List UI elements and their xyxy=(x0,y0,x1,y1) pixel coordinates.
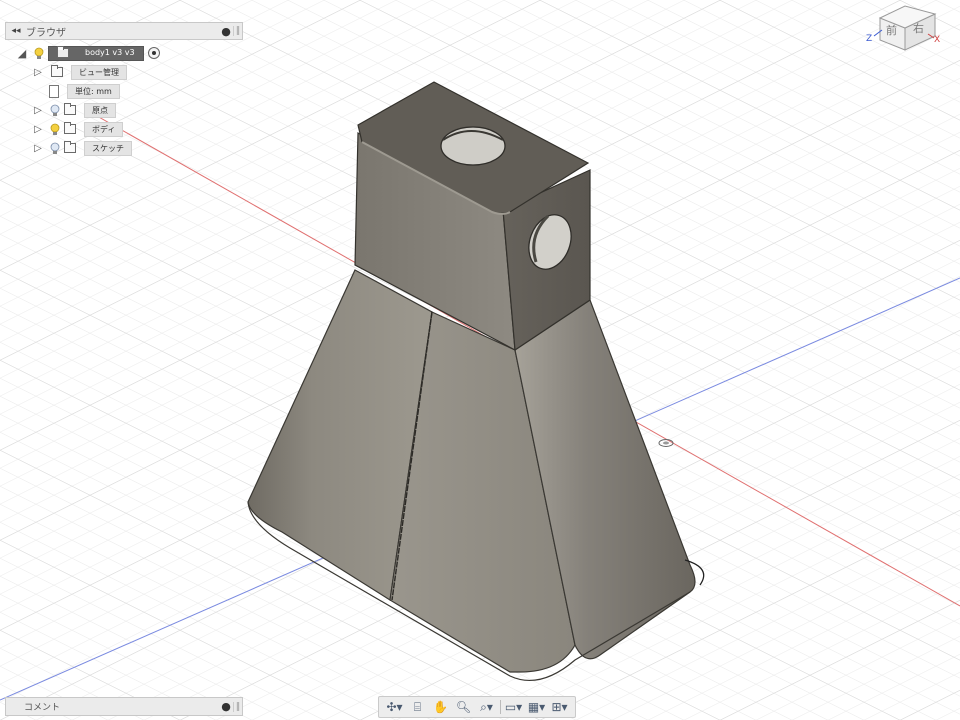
collapsed-triangle-icon[interactable]: ▷ xyxy=(33,67,43,78)
tree-item-label: ボディ xyxy=(84,121,124,137)
tree-root-row[interactable]: ◢ body1 v3 v3 xyxy=(17,45,160,61)
zoom-icon[interactable]: 🔍︎ xyxy=(454,698,474,716)
axis-x-label: X xyxy=(934,35,940,45)
tree-item-bodies[interactable]: ▷ ボディ xyxy=(33,121,124,137)
folder-icon xyxy=(64,141,76,153)
visibility-bulb-icon[interactable] xyxy=(49,122,61,136)
folder-icon xyxy=(51,65,63,77)
tree-item-origin[interactable]: ▷ 原点 xyxy=(33,102,116,118)
tree-item-units[interactable]: 単位: mm xyxy=(33,83,120,99)
viewcube-front-label: 前 xyxy=(886,23,897,37)
pin-icon[interactable]: ● xyxy=(219,25,233,38)
collapsed-triangle-icon[interactable]: ▷ xyxy=(33,124,43,135)
comments-panel[interactable]: コメント ● ‖ xyxy=(5,697,243,716)
visibility-bulb-off-icon[interactable] xyxy=(49,141,61,155)
pan-icon[interactable]: ✋ xyxy=(431,698,451,716)
modeling-viewport[interactable]: 前 右 Z X xyxy=(0,0,960,720)
viewcube-right-label: 右 xyxy=(913,21,924,35)
navigation-toolbar: ✣▾ ⌸ ✋ 🔍︎ ⌕▾ ▭▾ ▦▾ ⊞▾ xyxy=(378,696,576,718)
add-comment-icon[interactable]: ● xyxy=(219,700,233,713)
top-hole xyxy=(440,126,506,166)
orbit-icon[interactable]: ✣▾ xyxy=(385,698,405,716)
collapsed-triangle-icon[interactable]: ▷ xyxy=(33,105,43,116)
document-settings-icon xyxy=(49,84,59,98)
root-component-label: body1 v3 v3 xyxy=(85,48,135,57)
axis-z-label: Z xyxy=(866,34,872,44)
fit-icon[interactable]: ⌕▾ xyxy=(477,698,497,716)
collapse-panel-icon[interactable]: ◂◂ xyxy=(6,26,26,36)
expanded-triangle-icon[interactable]: ◢ xyxy=(17,47,27,60)
look-at-icon[interactable]: ⌸ xyxy=(408,698,428,716)
browser-panel-header[interactable]: ◂◂ ブラウザ ● ‖ xyxy=(5,22,243,40)
collapsed-triangle-icon[interactable]: ▷ xyxy=(33,143,43,154)
tree-item-sketches[interactable]: ▷ スケッチ xyxy=(33,140,132,156)
visibility-bulb-off-icon[interactable] xyxy=(49,103,61,117)
folder-icon xyxy=(64,122,76,134)
display-settings-icon[interactable]: ▭▾ xyxy=(504,698,524,716)
comments-title: コメント xyxy=(24,703,61,713)
tree-item-label: 原点 xyxy=(84,102,116,118)
toolbar-separator xyxy=(499,700,501,714)
tree-item-label: スケッチ xyxy=(84,140,132,156)
folder-icon xyxy=(64,103,76,115)
grid-settings-icon[interactable]: ▦▾ xyxy=(527,698,547,716)
tree-item-view-management[interactable]: ▷ ビュー管理 xyxy=(33,64,127,80)
tree-item-label: ビュー管理 xyxy=(71,64,127,80)
component-icon xyxy=(57,46,69,58)
viewports-icon[interactable]: ⊞▾ xyxy=(550,698,570,716)
browser-panel-title: ブラウザ xyxy=(26,27,66,39)
visibility-bulb-icon[interactable] xyxy=(33,46,45,60)
panel-grip-icon[interactable]: ‖ xyxy=(233,701,242,712)
activate-radio-icon[interactable] xyxy=(147,47,160,59)
panel-grip-icon[interactable]: ‖ xyxy=(233,26,242,36)
root-component-node[interactable]: body1 v3 v3 xyxy=(48,45,144,61)
tree-item-label: 単位: mm xyxy=(67,83,120,99)
